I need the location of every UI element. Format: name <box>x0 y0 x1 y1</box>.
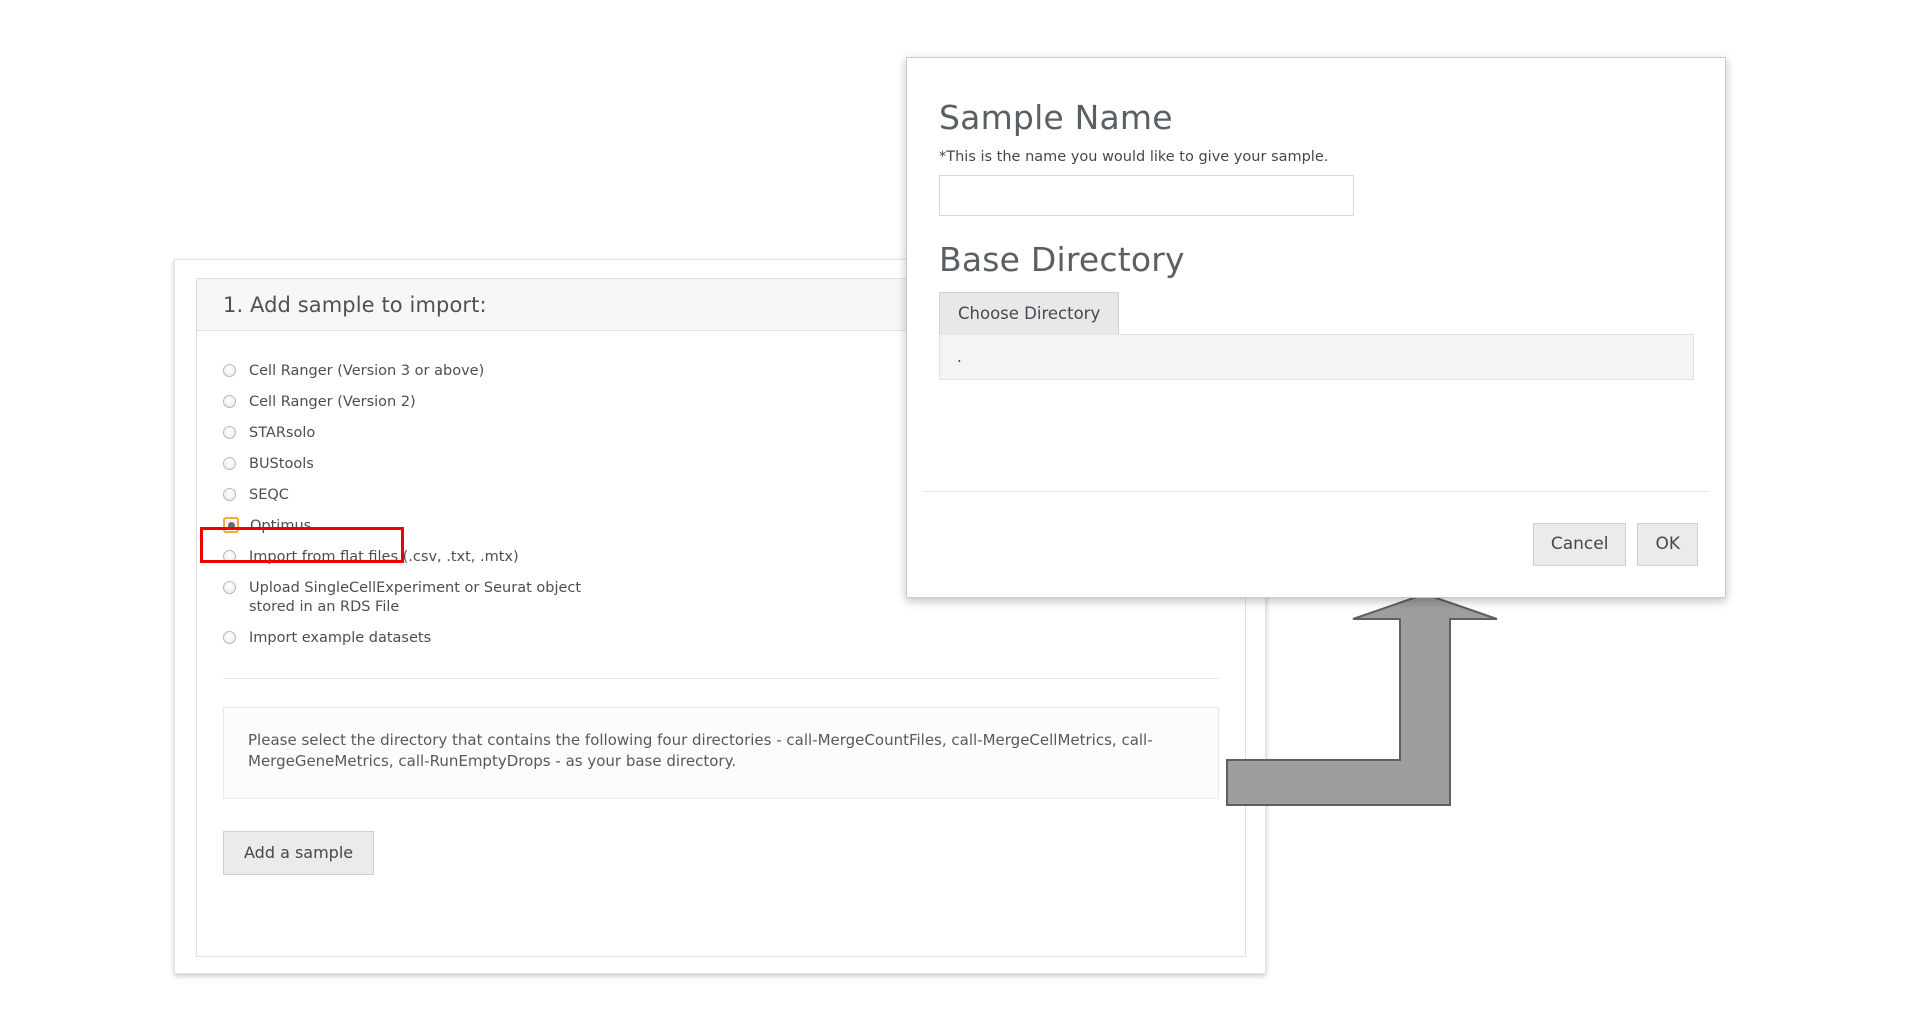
choose-directory-button[interactable]: Choose Directory <box>939 292 1119 335</box>
ok-button[interactable]: OK <box>1637 523 1698 566</box>
dialog-footer: Cancel OK <box>1533 523 1698 566</box>
sample-settings-dialog: Sample Name *This is the name you would … <box>906 57 1726 598</box>
radio-option-label: BUStools <box>249 455 314 474</box>
radio-option-label: SEQC <box>249 486 289 505</box>
radio-option-label: Upload SingleCellExperiment or Seurat ob… <box>249 579 583 617</box>
radio-circle-icon[interactable] <box>223 395 236 408</box>
radio-circle-selected-icon[interactable] <box>223 517 239 533</box>
info-box-text: Please select the directory that contain… <box>248 730 1194 772</box>
radio-circle-icon[interactable] <box>223 550 236 563</box>
radio-option-rds-upload[interactable]: Upload SingleCellExperiment or Seurat ob… <box>223 579 583 617</box>
radio-option-label: Import example datasets <box>249 629 431 648</box>
add-sample-button[interactable]: Add a sample <box>223 831 374 875</box>
radio-circle-icon[interactable] <box>223 426 236 439</box>
radio-circle-icon[interactable] <box>223 457 236 470</box>
cancel-button[interactable]: Cancel <box>1533 523 1627 566</box>
section-divider <box>223 678 1219 679</box>
radio-circle-icon[interactable] <box>223 488 236 501</box>
radio-option-example-datasets[interactable]: Import example datasets <box>223 629 1219 648</box>
base-directory-heading: Base Directory <box>939 240 1693 279</box>
sample-name-heading: Sample Name <box>939 98 1693 137</box>
radio-option-label: Import from flat files (.csv, .txt, .mtx… <box>249 548 519 567</box>
radio-circle-icon[interactable] <box>223 581 236 594</box>
radio-option-label: Cell Ranger (Version 2) <box>249 393 416 412</box>
radio-option-label: STARsolo <box>249 424 315 443</box>
radio-option-label: Optimus <box>250 517 311 536</box>
directory-path-display: . <box>939 334 1694 380</box>
radio-option-label: Cell Ranger (Version 3 or above) <box>249 362 484 381</box>
sample-name-input[interactable] <box>939 175 1354 216</box>
page-title: 1. Add sample to import: <box>223 293 487 317</box>
radio-circle-icon[interactable] <box>223 631 236 644</box>
sample-name-help-text: *This is the name you would like to give… <box>939 149 1693 165</box>
info-box: Please select the directory that contain… <box>223 707 1219 799</box>
directory-path-value: . <box>957 348 962 366</box>
dialog-body: Sample Name *This is the name you would … <box>907 58 1725 380</box>
dialog-separator <box>923 491 1709 492</box>
radio-circle-icon[interactable] <box>223 364 236 377</box>
pointer-arrow-icon <box>1215 592 1585 882</box>
